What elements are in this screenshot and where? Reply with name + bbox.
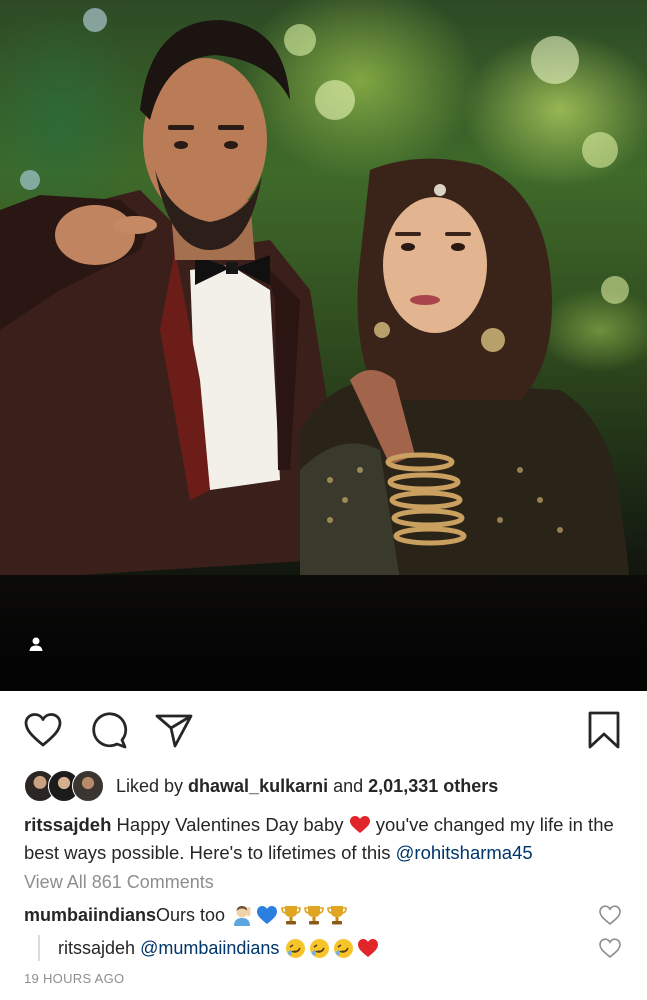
like-button[interactable] bbox=[21, 708, 65, 752]
reply-like-heart-icon[interactable] bbox=[598, 937, 622, 959]
trophy-emoji-icon bbox=[304, 906, 324, 925]
trophy-emoji-icon bbox=[327, 906, 347, 925]
caption-username[interactable]: ritssajdeh bbox=[24, 814, 111, 835]
reply-emojis bbox=[285, 938, 379, 959]
rolling-laughing-emoji-icon bbox=[286, 938, 306, 958]
blue-heart-emoji-icon bbox=[257, 906, 278, 924]
action-bar bbox=[0, 700, 647, 760]
tagged-people-button[interactable] bbox=[28, 636, 56, 664]
comment-icon bbox=[92, 712, 128, 749]
save-button[interactable] bbox=[582, 708, 626, 752]
bookmark-icon bbox=[588, 711, 620, 749]
rolling-laughing-emoji-icon bbox=[334, 938, 354, 958]
comment-emojis bbox=[231, 904, 347, 926]
liker-avatars[interactable] bbox=[24, 770, 106, 802]
likes-middle: and bbox=[328, 775, 369, 796]
likes-summary[interactable]: Liked by dhawal_kulkarni and 2,01,331 ot… bbox=[116, 776, 498, 797]
comment-username[interactable]: mumbaiindians bbox=[24, 905, 156, 926]
avatar bbox=[72, 770, 104, 802]
post-caption: ritssajdeh Happy Valentines Day baby you… bbox=[24, 811, 624, 867]
heart-icon bbox=[24, 713, 62, 747]
comment-like-heart-icon[interactable] bbox=[598, 904, 622, 926]
red-heart-emoji-icon bbox=[349, 816, 370, 833]
reply-mention[interactable]: @mumbaiindians bbox=[140, 938, 279, 959]
person-raising-hand-emoji-icon bbox=[234, 906, 251, 926]
photo-dark-band bbox=[0, 575, 647, 691]
caption-text-1: Happy Valentines Day baby bbox=[111, 814, 349, 835]
view-all-comments-link[interactable]: View All 861 Comments bbox=[24, 872, 214, 893]
comment-text: Ours too bbox=[156, 904, 226, 925]
likes-count[interactable]: 2,01,331 others bbox=[368, 776, 498, 796]
likes-prefix: Liked by bbox=[116, 775, 189, 796]
share-button[interactable] bbox=[152, 708, 196, 752]
comment-item: mumbaiindians Ours too bbox=[24, 902, 347, 928]
person-icon bbox=[29, 637, 43, 651]
post-image[interactable] bbox=[0, 0, 647, 691]
liker-username[interactable]: dhawal_kulkarni bbox=[188, 776, 328, 796]
reply-username[interactable]: ritssajdeh bbox=[58, 938, 135, 959]
comment-button[interactable] bbox=[87, 708, 131, 752]
red-heart-emoji-icon bbox=[358, 939, 379, 957]
post-timestamp: 19 HOURS AGO bbox=[24, 971, 125, 986]
caption-mention[interactable]: @rohitsharma45 bbox=[396, 842, 533, 863]
comment-reply: ritssajdeh @mumbaiindians bbox=[38, 935, 379, 961]
rolling-laughing-emoji-icon bbox=[310, 938, 330, 958]
likes-row: Liked by dhawal_kulkarni and 2,01,331 ot… bbox=[24, 770, 498, 802]
send-icon bbox=[155, 714, 193, 748]
trophy-emoji-icon bbox=[281, 906, 301, 925]
